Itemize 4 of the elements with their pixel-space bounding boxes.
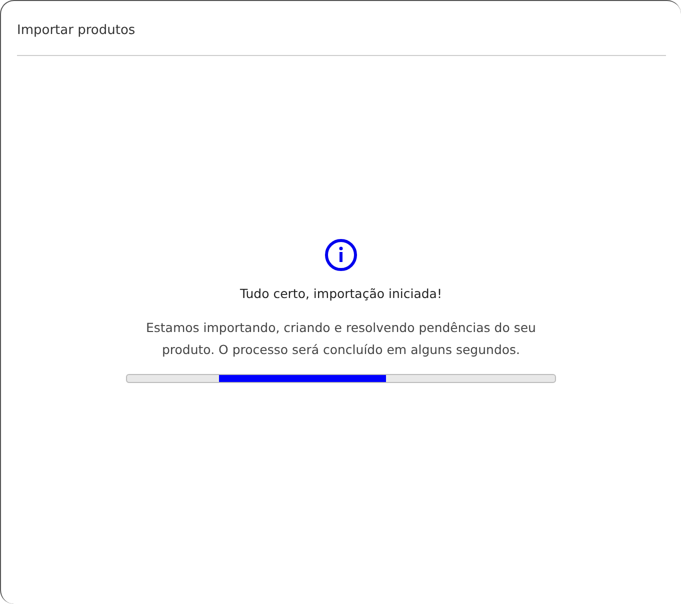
status-message: Estamos importando, criando e resolvendo pendências do seu produto. O processo será concluído em alguns segundos. (145, 319, 537, 359)
info-icon (324, 238, 358, 272)
status-heading: Tudo certo, importação iniciada! (240, 286, 442, 301)
dialog-title: Importar produtos (17, 23, 136, 38)
